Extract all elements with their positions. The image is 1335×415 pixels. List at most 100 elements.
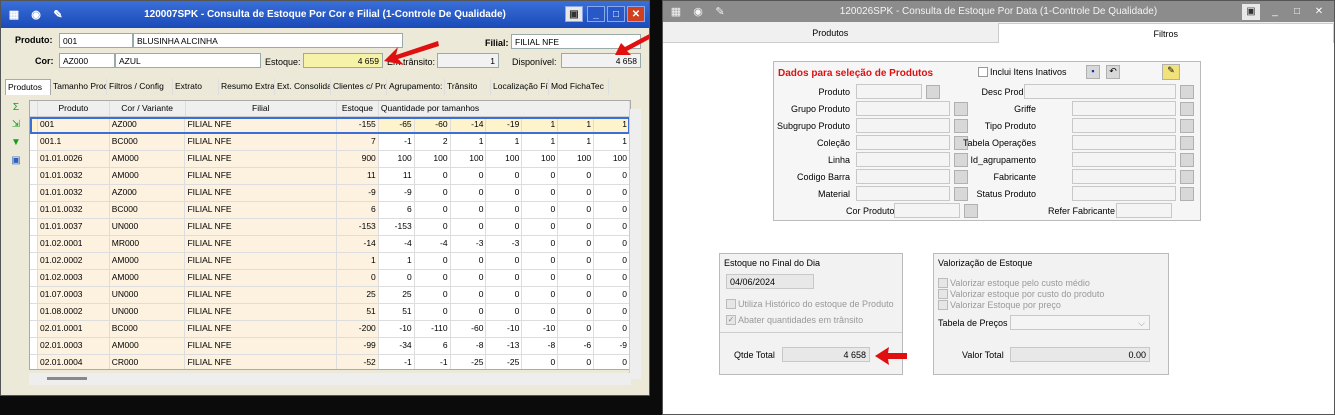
tab-0[interactable]: Produtos: [5, 79, 51, 95]
table-row[interactable]: 01.01.0037 UN000 FILIAL NFE -153 -153 0 0 0 0 0 0: [30, 219, 630, 236]
col-cor[interactable]: Cor / Variante: [110, 101, 186, 116]
table-row[interactable]: 01.02.0001 MR000 FILIAL NFE -14 -4 -4 -3 -3 0 0 0: [30, 236, 630, 253]
cor-produto-field[interactable]: [894, 203, 960, 218]
wrench-icon[interactable]: ✎: [49, 7, 67, 23]
filter-field[interactable]: [1072, 118, 1176, 133]
lookup-icon[interactable]: [1180, 85, 1194, 99]
lookup-icon[interactable]: [1180, 187, 1194, 201]
tab-6[interactable]: Clientes c/ Pro: [331, 79, 387, 95]
undo-icon[interactable]: ↶: [1106, 65, 1120, 79]
filter-field[interactable]: [856, 169, 950, 184]
val-custo-produto-checkbox[interactable]: [938, 289, 948, 299]
filter-field[interactable]: [856, 101, 950, 116]
col-estoque[interactable]: Estoque: [337, 101, 379, 116]
tab-8[interactable]: Trânsito: [445, 79, 491, 95]
table-row[interactable]: 001 AZ000 FILIAL NFE -155 -65 -60 -14 -19 1 1 1: [30, 117, 630, 134]
utiliza-historico-checkbox[interactable]: [726, 299, 736, 309]
vertical-scrollbar[interactable]: [629, 109, 641, 379]
filter-field[interactable]: [1072, 101, 1176, 116]
disponivel-label: Disponível:: [512, 57, 557, 67]
filter-field[interactable]: [856, 118, 950, 133]
col-quantidade[interactable]: Quantidade por tamanhos: [379, 101, 630, 116]
table-row[interactable]: 02.01.0003 AM000 FILIAL NFE -99 -34 6 -8 -13 -8-…: [30, 338, 630, 355]
image-icon[interactable]: ▣: [9, 154, 23, 167]
maximize-button[interactable]: □: [607, 6, 625, 22]
tab-filtros[interactable]: Filtros: [997, 23, 1334, 43]
save-icon[interactable]: ▪: [1086, 65, 1100, 79]
cell-produto: 02.01.0001: [37, 321, 110, 337]
sum-icon[interactable]: Σ: [9, 101, 23, 114]
minimize-button[interactable]: _: [1266, 4, 1284, 20]
lookup-icon[interactable]: [1180, 170, 1194, 184]
filter-field[interactable]: [1072, 152, 1176, 167]
screenshot-icon[interactable]: ▣: [565, 6, 583, 22]
cor-desc-field[interactable]: AZUL: [115, 53, 261, 68]
screenshot-icon[interactable]: ▣: [1242, 4, 1260, 20]
maximize-button[interactable]: □: [1288, 4, 1306, 20]
cell-qty: -1: [379, 134, 415, 150]
cell-cor: UN000: [109, 304, 186, 320]
cell-qty: -8: [451, 338, 487, 354]
table-row[interactable]: 01.08.0002 UN000 FILIAL NFE 51 51 0 0 0 0 0 0: [30, 304, 630, 321]
table-row[interactable]: 01.01.0032 AM000 FILIAL NFE 11 11 0 0 0 0 0 0: [30, 168, 630, 185]
table-row[interactable]: 01.02.0003 AM000 FILIAL NFE 0 0 0 0 0 0 0 0: [30, 270, 630, 287]
tab-produtos[interactable]: Produtos: [663, 23, 998, 43]
cell-qty: 0: [415, 253, 451, 269]
eraser-icon[interactable]: ✎: [1162, 64, 1180, 80]
val-custo-medio-checkbox[interactable]: [938, 278, 948, 288]
filter-field[interactable]: [856, 186, 950, 201]
close-button[interactable]: ✕: [1310, 4, 1328, 20]
title-bar: ▦ ◉ ✎ 120026SPK - Consulta de Estoque Po…: [663, 1, 1334, 22]
tab-9[interactable]: Localização Fí:: [491, 79, 549, 95]
filter-field[interactable]: [1072, 135, 1176, 150]
close-button[interactable]: ✕: [627, 6, 645, 22]
tab-7[interactable]: Agrupamento:: [387, 79, 445, 95]
export-icon[interactable]: ⇲: [9, 118, 23, 131]
table-row[interactable]: 01.07.0003 UN000 FILIAL NFE 25 25 0 0 0 0 0 0: [30, 287, 630, 304]
filter-field[interactable]: [856, 84, 922, 99]
tab-3[interactable]: Extrato: [173, 79, 219, 95]
filter-down-icon[interactable]: ▼: [9, 136, 23, 149]
lookup-icon[interactable]: [926, 85, 940, 99]
abater-checkbox[interactable]: ✓: [726, 315, 736, 325]
tab-10[interactable]: Mod FichaTec: [549, 79, 609, 95]
table-row[interactable]: 01.01.0032 AZ000 FILIAL NFE -9 -9 0 0 0 0 0 0: [30, 185, 630, 202]
filter-field[interactable]: [1024, 84, 1176, 99]
table-row[interactable]: 01.01.0032 BC000 FILIAL NFE 6 6 0 0 0 0 0 0: [30, 202, 630, 219]
incluir-inativos-checkbox[interactable]: [978, 67, 988, 77]
tabela-precos-select[interactable]: ⌵: [1010, 315, 1150, 330]
lookup-icon[interactable]: [1180, 153, 1194, 167]
wrench-icon[interactable]: ✎: [711, 4, 729, 20]
lookup-icon[interactable]: [1180, 102, 1194, 116]
filter-field[interactable]: [856, 135, 950, 150]
traffic-light-icon[interactable]: ◉: [689, 4, 707, 20]
filter-field[interactable]: [1072, 186, 1176, 201]
traffic-light-icon[interactable]: ◉: [27, 7, 45, 23]
app-menu-icon[interactable]: ▦: [667, 4, 685, 20]
tab-5[interactable]: Ext. Consolida: [275, 79, 331, 95]
col-filial[interactable]: Filial: [186, 101, 337, 116]
cor-produto-lookup-icon[interactable]: [964, 204, 978, 218]
produto-code-field[interactable]: 001: [59, 33, 133, 48]
col-produto[interactable]: Produto: [38, 101, 110, 116]
horizontal-scrollbar[interactable]: [29, 373, 631, 385]
table-row[interactable]: 02.01.0004 CR000 FILIAL NFE -52 -1 -1 -25 -25 0 0…: [30, 355, 630, 369]
table-row[interactable]: 001.1 BC000 FILIAL NFE 7 -1 2 1 1 1 1 1: [30, 134, 630, 151]
app-menu-icon[interactable]: ▦: [5, 7, 23, 23]
lookup-icon[interactable]: [1180, 119, 1194, 133]
lookup-icon[interactable]: [1180, 136, 1194, 150]
filter-field[interactable]: [856, 152, 950, 167]
table-row[interactable]: 02.01.0001 BC000 FILIAL NFE -200 -10 -110 -60-…: [30, 321, 630, 338]
tab-1[interactable]: Tamanho Proc: [51, 79, 107, 95]
cor-code-field[interactable]: AZ000: [59, 53, 115, 68]
tab-2[interactable]: Filtros / Config: [107, 79, 173, 95]
minimize-button[interactable]: _: [587, 6, 605, 22]
val-preco-checkbox[interactable]: [938, 300, 948, 310]
table-row[interactable]: 01.01.0026 AM000 FILIAL NFE 900 100 100 100 100…: [30, 151, 630, 168]
table-row[interactable]: 01.02.0002 AM000 FILIAL NFE 1 1 0 0 0 0 0 0: [30, 253, 630, 270]
date-field[interactable]: 04/06/2024: [726, 274, 814, 289]
produto-desc-field[interactable]: BLUSINHA ALCINHA: [133, 33, 403, 48]
tab-4[interactable]: Resumo Extra: [219, 79, 275, 95]
filter-field[interactable]: [1072, 169, 1176, 184]
refer-fabricante-field[interactable]: [1116, 203, 1172, 218]
